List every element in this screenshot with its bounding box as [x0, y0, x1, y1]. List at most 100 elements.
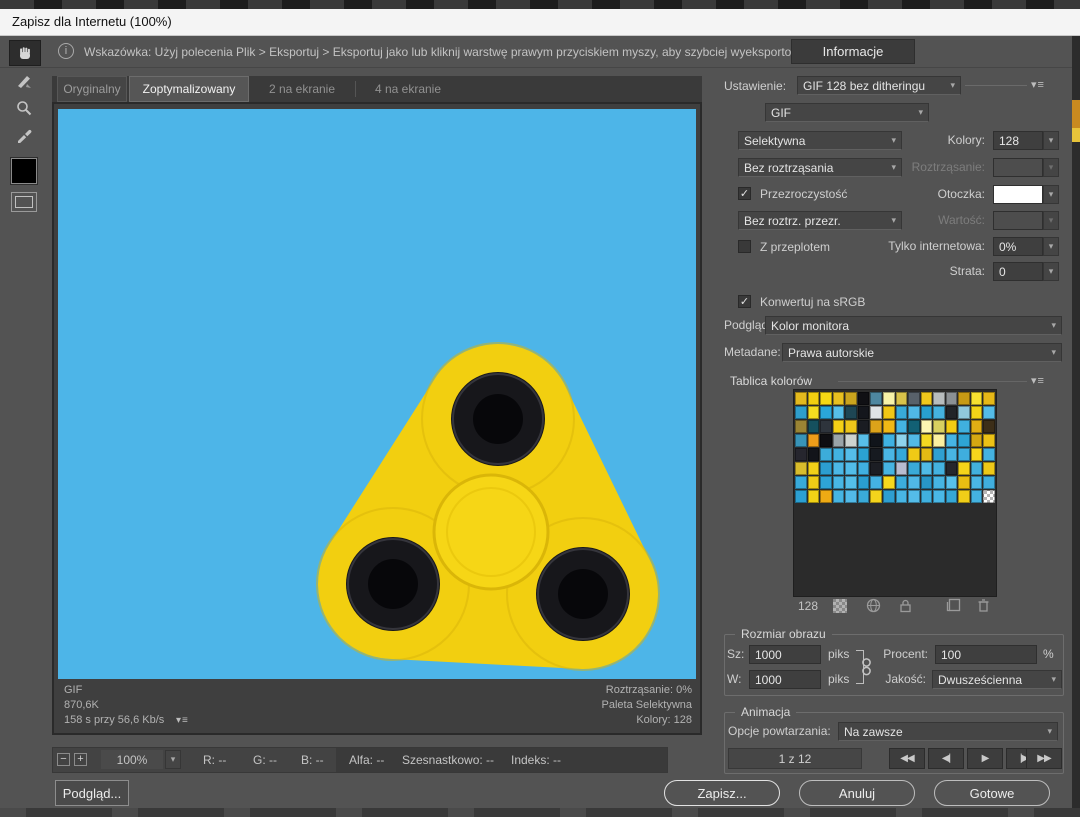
color-swatch[interactable]	[808, 434, 820, 447]
optimize-menu-icon[interactable]: ▾≡	[1031, 78, 1045, 91]
zoom-out-button[interactable]: −	[57, 753, 70, 766]
color-swatch[interactable]	[971, 448, 983, 461]
convert-srgb-checkbox[interactable]: ✓	[738, 295, 751, 308]
transparency-checkbox[interactable]: ✓	[738, 187, 751, 200]
gotowe-button[interactable]: Gotowe	[934, 780, 1050, 806]
color-swatch[interactable]	[808, 476, 820, 489]
informacje-button[interactable]: Informacje	[791, 39, 915, 64]
color-swatch[interactable]	[845, 392, 857, 405]
color-swatch[interactable]	[946, 406, 958, 419]
zoom-level-value[interactable]: 100%	[101, 750, 163, 769]
color-swatch[interactable]	[921, 490, 933, 503]
color-swatch[interactable]	[958, 420, 970, 433]
color-swatch[interactable]	[795, 434, 807, 447]
color-swatch[interactable]	[808, 490, 820, 503]
dither-mode-dropdown[interactable]: Bez roztrząsania▾	[738, 158, 902, 177]
previous-frame-button[interactable]: ◀|	[928, 748, 964, 769]
color-swatch[interactable]	[946, 462, 958, 475]
percent-input[interactable]: 100	[935, 645, 1037, 664]
color-swatch[interactable]	[870, 476, 882, 489]
color-swatch[interactable]	[870, 490, 882, 503]
color-swatch[interactable]	[845, 420, 857, 433]
metadata-dropdown[interactable]: Prawa autorskie▾	[782, 343, 1062, 362]
color-swatch[interactable]	[833, 476, 845, 489]
web-shift-icon[interactable]	[866, 598, 881, 613]
color-swatch[interactable]	[883, 392, 895, 405]
color-swatch[interactable]	[971, 462, 983, 475]
color-swatch[interactable]	[908, 448, 920, 461]
color-swatch[interactable]	[795, 406, 807, 419]
color-swatch[interactable]	[845, 476, 857, 489]
color-swatch[interactable]	[958, 406, 970, 419]
zoom-in-button[interactable]: +	[74, 753, 87, 766]
color-swatch[interactable]	[883, 406, 895, 419]
color-swatch[interactable]	[795, 490, 807, 503]
zapisz-button[interactable]: Zapisz...	[664, 780, 780, 806]
color-swatch[interactable]	[883, 434, 895, 447]
color-swatch[interactable]	[908, 462, 920, 475]
color-swatch[interactable]	[833, 392, 845, 405]
color-swatch[interactable]	[833, 406, 845, 419]
color-swatch[interactable]	[808, 392, 820, 405]
first-frame-button[interactable]: ◀◀	[889, 748, 925, 769]
color-swatch[interactable]	[883, 448, 895, 461]
eyedropper-tool[interactable]	[9, 123, 39, 147]
color-swatch[interactable]	[908, 434, 920, 447]
height-input[interactable]: 1000	[749, 670, 821, 689]
color-swatch[interactable]	[933, 476, 945, 489]
format-dropdown[interactable]: GIF▾	[765, 103, 929, 122]
constrain-proportions-icon[interactable]	[861, 657, 872, 677]
color-swatch[interactable]	[908, 420, 920, 433]
color-swatch[interactable]	[808, 448, 820, 461]
lossy-value[interactable]: 0	[993, 262, 1043, 281]
color-swatch[interactable]	[858, 406, 870, 419]
color-swatch[interactable]	[833, 490, 845, 503]
color-swatch[interactable]	[908, 490, 920, 503]
color-swatch[interactable]	[921, 420, 933, 433]
color-swatch[interactable]	[845, 462, 857, 475]
tab-2-up[interactable]: 2 na ekranie	[252, 76, 352, 102]
zoom-level-dropdown-button[interactable]: ▾	[165, 750, 181, 769]
color-swatch[interactable]	[921, 434, 933, 447]
download-speed-menu-icon[interactable]: ▾≡	[176, 715, 189, 726]
new-color-icon[interactable]	[946, 598, 961, 613]
color-swatch[interactable]	[833, 434, 845, 447]
tab-original[interactable]: Oryginalny	[57, 76, 127, 102]
tab-4-up[interactable]: 4 na ekranie	[358, 76, 458, 102]
color-swatch[interactable]	[958, 490, 970, 503]
matte-color-swatch[interactable]	[993, 185, 1043, 204]
color-swatch[interactable]	[983, 420, 995, 433]
color-swatch[interactable]	[933, 392, 945, 405]
color-swatch[interactable]	[908, 476, 920, 489]
dialog-title-bar[interactable]: Zapisz dla Internetu (100%)	[0, 9, 1080, 36]
eyedropper-color-swatch[interactable]	[11, 158, 37, 184]
color-swatch[interactable]	[858, 476, 870, 489]
toggle-slices-visibility-button[interactable]	[11, 192, 37, 212]
color-swatch[interactable]	[795, 392, 807, 405]
color-swatch[interactable]	[808, 420, 820, 433]
color-swatch[interactable]	[896, 392, 908, 405]
color-swatch[interactable]	[921, 406, 933, 419]
color-swatch[interactable]	[971, 434, 983, 447]
color-swatch[interactable]	[845, 490, 857, 503]
color-swatch[interactable]	[808, 406, 820, 419]
preset-dropdown[interactable]: GIF 128 bez ditheringu▾	[797, 76, 961, 95]
color-swatch[interactable]	[795, 462, 807, 475]
lock-color-icon[interactable]	[898, 598, 913, 613]
color-swatch[interactable]	[971, 406, 983, 419]
color-swatch[interactable]	[946, 420, 958, 433]
color-swatch[interactable]	[971, 420, 983, 433]
color-swatch[interactable]	[933, 490, 945, 503]
preview-dropdown[interactable]: Kolor monitora▾	[765, 316, 1062, 335]
web-snap-dropdown-button[interactable]: ▾	[1043, 237, 1059, 256]
color-swatch[interactable]	[870, 448, 882, 461]
color-swatch[interactable]	[845, 448, 857, 461]
color-swatch[interactable]	[971, 392, 983, 405]
color-swatch[interactable]	[896, 448, 908, 461]
color-swatch[interactable]	[921, 476, 933, 489]
color-swatch[interactable]	[833, 448, 845, 461]
color-swatch[interactable]	[983, 392, 995, 405]
color-swatch[interactable]	[946, 434, 958, 447]
colors-dropdown-button[interactable]: ▾	[1043, 131, 1059, 150]
colors-value[interactable]: 128	[993, 131, 1043, 150]
